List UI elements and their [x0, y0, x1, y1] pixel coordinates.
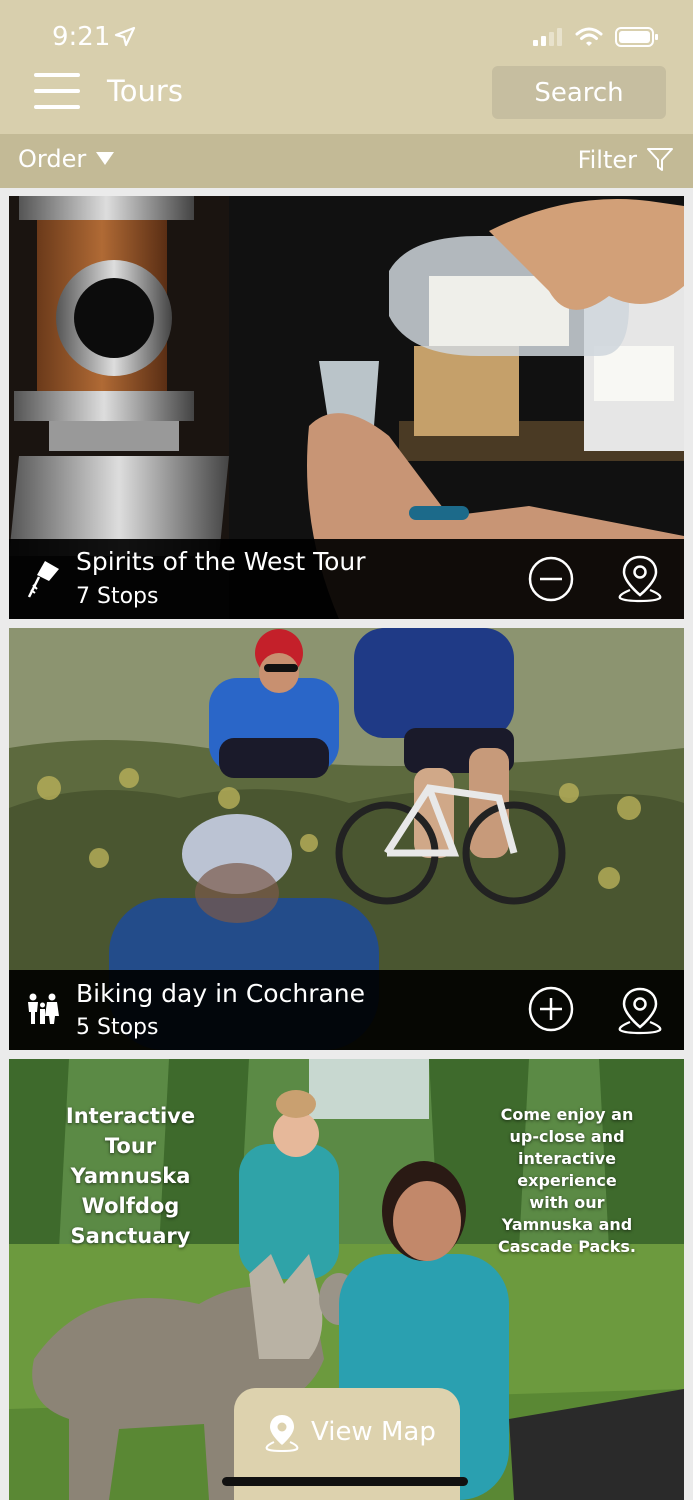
wifi-icon: [575, 27, 603, 46]
promo-line: Interactive: [65, 1104, 196, 1128]
tour-card-spirits[interactable]: Spirits of the West Tour 7 Stops: [9, 196, 684, 619]
search-button[interactable]: Search: [492, 66, 666, 119]
cellular-signal-icon: [533, 28, 562, 46]
kite-icon: [27, 561, 59, 598]
tour-title: Biking day in Cochrane: [76, 979, 366, 1008]
tour-card-biking[interactable]: Biking day in Cochrane 5 Stops: [9, 628, 684, 1050]
promo-text-right: Come enjoy an up-close and interactive e…: [483, 1104, 651, 1258]
tour-stops: 5 Stops: [76, 1015, 159, 1040]
promo-line: Wolfdog: [81, 1194, 180, 1218]
filter-button[interactable]: Filter: [578, 146, 673, 174]
tour-title: Spirits of the West Tour: [76, 547, 366, 576]
status-time-text: 9:21: [52, 22, 111, 52]
order-label: Order: [18, 145, 87, 173]
minus-circle-icon[interactable]: [527, 555, 575, 603]
funnel-icon: [647, 148, 673, 171]
location-arrow-icon: [115, 26, 136, 47]
order-dropdown[interactable]: Order: [18, 145, 115, 173]
promo-line: Cascade Packs.: [497, 1237, 637, 1256]
map-pin-icon[interactable]: [616, 553, 664, 603]
promo-line: Tour: [104, 1134, 157, 1158]
page-title: Tours: [107, 74, 183, 108]
promo-line: interactive: [518, 1149, 616, 1168]
plus-circle-icon[interactable]: [527, 985, 575, 1033]
caret-down-icon: [96, 152, 115, 165]
filter-label: Filter: [577, 146, 637, 174]
battery-icon: [615, 27, 658, 47]
view-map-label: View Map: [311, 1417, 436, 1447]
tour-stops: 7 Stops: [76, 584, 159, 609]
status-time: 9:21: [52, 22, 136, 52]
hamburger-menu-icon[interactable]: [34, 73, 80, 109]
status-indicators: [533, 26, 659, 48]
promo-line: Come enjoy an: [500, 1105, 634, 1124]
map-pin-icon[interactable]: [616, 985, 664, 1035]
promo-line: experience: [517, 1171, 617, 1190]
promo-line: Yamnuska and: [501, 1215, 633, 1234]
promo-text-left: Interactive Tour Yamnuska Wolfdog Sanctu…: [43, 1101, 218, 1251]
family-icon: [28, 993, 59, 1024]
promo-line: Sanctuary: [70, 1224, 191, 1248]
promo-line: Yamnuska: [70, 1164, 191, 1188]
promo-line: up-close and: [509, 1127, 625, 1146]
home-indicator[interactable]: [222, 1477, 468, 1486]
promo-line: with our: [529, 1193, 605, 1212]
map-pin-icon: [265, 1415, 299, 1453]
